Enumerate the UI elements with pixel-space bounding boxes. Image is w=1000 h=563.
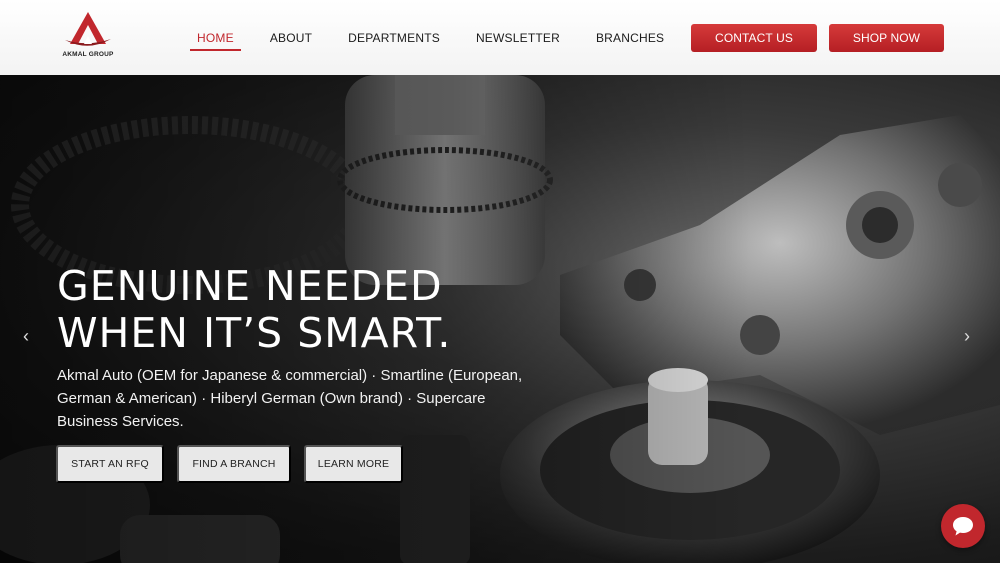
start-rfq-button[interactable]: START AN RFQ — [56, 445, 164, 483]
chevron-right-icon[interactable]: › — [964, 327, 970, 345]
akmal-logo-icon — [65, 12, 111, 46]
nav-newsletter[interactable]: NEWSLETTER — [475, 31, 561, 45]
headline-line-1: GENUINE NEEDED — [57, 262, 443, 310]
brand-logo[interactable]: AKMAL GROUP — [58, 10, 118, 64]
site-header: AKMAL GROUP HOME ABOUT DEPARTMENTS NEWSL… — [0, 0, 1000, 75]
chat-bubble-icon — [953, 517, 973, 536]
nav-branches[interactable]: BRANCHES — [595, 31, 665, 45]
chevron-left-icon[interactable]: ‹ — [23, 327, 29, 345]
nav-departments[interactable]: DEPARTMENTS — [347, 31, 441, 45]
chat-button[interactable] — [941, 504, 985, 548]
main-nav: HOME ABOUT DEPARTMENTS NEWSLETTER BRANCH… — [190, 31, 699, 51]
find-branch-button[interactable]: FIND A BRANCH — [177, 445, 291, 483]
hero-subtext: Akmal Auto (OEM for Japanese & commercia… — [57, 367, 523, 430]
nav-home[interactable]: HOME — [190, 31, 241, 51]
shop-now-button[interactable]: SHOP NOW — [829, 24, 944, 52]
hero-section: GENUINE NEEDED WHEN IT’S SMART. Akmal Au… — [0, 75, 1000, 563]
hero-headline: GENUINE NEEDED WHEN IT’S SMART. — [57, 263, 451, 357]
contact-us-button[interactable]: CONTACT US — [691, 24, 817, 52]
headline-line-2: WHEN IT’S SMART. — [57, 309, 452, 357]
hero-cta-group: START AN RFQ FIND A BRANCH LEARN MORE — [56, 445, 416, 483]
learn-more-button[interactable]: LEARN MORE — [304, 445, 403, 483]
brand-name: AKMAL GROUP — [62, 51, 114, 58]
nav-about[interactable]: ABOUT — [269, 31, 313, 45]
